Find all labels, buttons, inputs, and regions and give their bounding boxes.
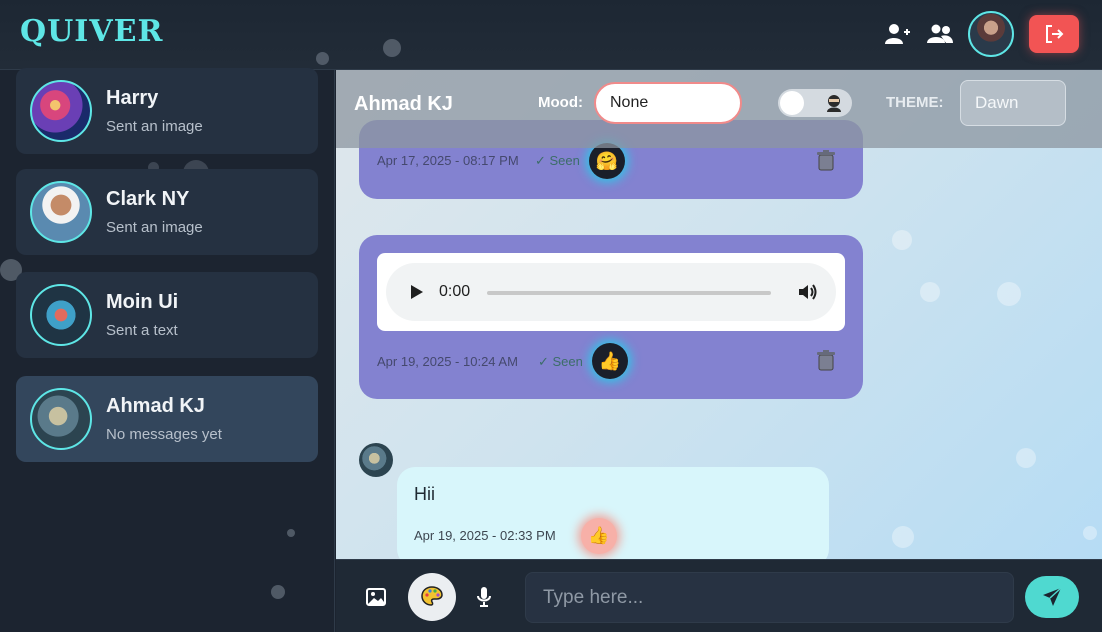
- audio-message: 0:00: [377, 253, 845, 331]
- palette-button[interactable]: [408, 573, 456, 621]
- bokeh-dot: [1016, 448, 1036, 468]
- voice-record-button[interactable]: [467, 580, 501, 614]
- message-input[interactable]: [525, 572, 1014, 623]
- message-timestamp: Apr 19, 2025 - 02:33 PM: [414, 528, 556, 543]
- contact-name: Clark NY: [106, 188, 190, 210]
- top-actions: [872, 11, 1079, 57]
- contact-name: Moin Ui: [106, 291, 179, 313]
- trash-icon[interactable]: [815, 149, 837, 171]
- contact-subtitle: No messages yet: [106, 426, 222, 443]
- reaction-badge[interactable]: 👍: [592, 343, 628, 379]
- contact-item-harry[interactable]: Harry Sent an image: [16, 68, 318, 154]
- contact-subtitle: Sent an image: [106, 219, 203, 236]
- bokeh-dot: [383, 39, 401, 57]
- dark-mode-toggle[interactable]: [778, 89, 852, 117]
- contact-name: Ahmad KJ: [106, 395, 205, 417]
- message-bubble-outgoing[interactable]: 0:00 Apr 19, 2025 - 10:24 AM ✓ Seen 👍: [359, 235, 863, 399]
- chat-title: Ahmad KJ: [354, 93, 453, 115]
- image-upload-button[interactable]: [359, 580, 393, 614]
- contact-subtitle: Sent a text: [106, 322, 178, 339]
- profile-avatar[interactable]: [968, 11, 1014, 57]
- toggle-knob: [780, 91, 804, 115]
- ninja-icon: [827, 95, 841, 112]
- send-icon: [1043, 587, 1062, 606]
- contact-item-ahmad-kj[interactable]: Ahmad KJ No messages yet: [16, 376, 318, 462]
- seen-status: ✓ Seen: [535, 153, 580, 168]
- audio-time: 0:00: [439, 283, 471, 300]
- mood-input[interactable]: [594, 82, 742, 124]
- message-timestamp: Apr 17, 2025 - 08:17 PM: [377, 153, 519, 168]
- chat-panel: Apr 17, 2025 - 08:17 PM ✓ Seen 🤗 Ahmad K…: [336, 70, 1102, 559]
- bokeh-dot: [997, 282, 1021, 306]
- bokeh-dot: [892, 230, 912, 250]
- image-icon: [366, 588, 386, 606]
- palette-icon: [421, 586, 443, 606]
- message-bubble-incoming[interactable]: Hii Apr 19, 2025 - 02:33 PM 👍: [397, 467, 829, 559]
- bokeh-dot: [892, 526, 914, 548]
- bokeh-dot: [287, 529, 295, 537]
- microphone-icon: [477, 587, 491, 607]
- avatar: [30, 388, 92, 450]
- logout-icon: [1046, 25, 1064, 43]
- message-timestamp: Apr 19, 2025 - 10:24 AM: [377, 354, 518, 369]
- audio-progress-track[interactable]: [487, 291, 771, 295]
- reaction-badge[interactable]: 👍: [581, 518, 617, 554]
- add-user-icon[interactable]: [882, 18, 914, 50]
- bokeh-dot: [920, 282, 940, 302]
- contact-name: Harry: [106, 87, 159, 109]
- app-logo: QUIVER: [20, 14, 164, 49]
- trash-icon[interactable]: [815, 349, 837, 371]
- top-bar: QUIVER: [0, 0, 1102, 70]
- logout-button[interactable]: [1029, 15, 1079, 53]
- audio-player: 0:00: [386, 263, 836, 321]
- send-button[interactable]: [1025, 576, 1079, 618]
- avatar: [30, 284, 92, 346]
- contact-subtitle: Sent an image: [106, 118, 203, 135]
- chat-header: Ahmad KJ Mood: THEME: Dawn: [336, 70, 1102, 148]
- sender-avatar: [359, 443, 393, 477]
- message-text: Hii: [414, 484, 435, 504]
- theme-label: THEME:: [886, 94, 944, 111]
- contacts-sidebar: Harry Sent an image Clark NY Sent an ima…: [0, 39, 401, 632]
- seen-status: ✓ Seen: [538, 354, 583, 369]
- avatar: [30, 80, 92, 142]
- bokeh-dot: [271, 585, 285, 599]
- group-icon[interactable]: [924, 18, 956, 50]
- contact-item-moin-ui[interactable]: Moin Ui Sent a text: [16, 272, 318, 358]
- play-icon[interactable]: [406, 282, 426, 302]
- avatar: [30, 181, 92, 243]
- bokeh-dot: [1083, 526, 1097, 540]
- contact-item-clark-ny[interactable]: Clark NY Sent an image: [16, 169, 318, 255]
- message-composer: [336, 559, 1102, 632]
- mood-label: Mood:: [538, 94, 583, 111]
- bokeh-dot: [316, 52, 329, 65]
- theme-select[interactable]: Dawn: [960, 80, 1066, 126]
- reaction-badge[interactable]: 🤗: [589, 143, 625, 179]
- volume-icon[interactable]: [796, 281, 818, 303]
